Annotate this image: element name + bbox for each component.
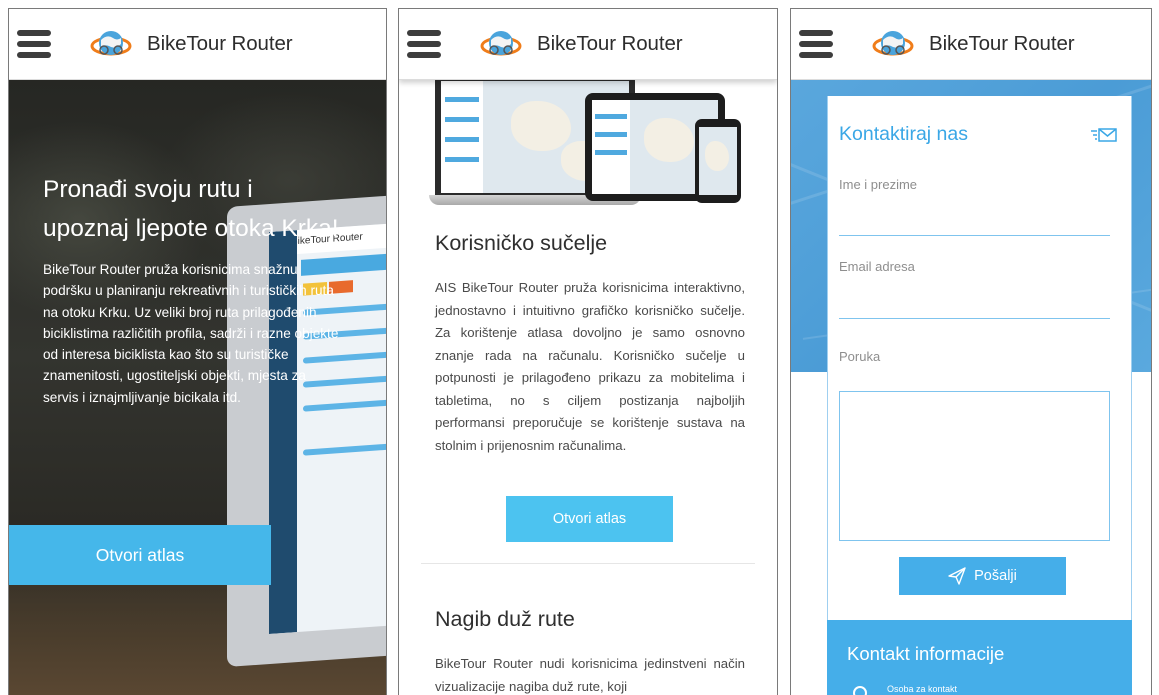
open-atlas-button[interactable]: Otvori atlas: [9, 525, 271, 585]
hamburger-menu-icon[interactable]: [407, 30, 441, 58]
email-field-label: Email adresa: [839, 259, 915, 274]
devices-mockup-image: [429, 75, 745, 211]
email-field[interactable]: [839, 318, 1110, 319]
send-button-label: Pošalji: [974, 568, 1017, 584]
name-field-label: Ime i prezime: [839, 177, 918, 192]
contact-info-title: Kontakt informacije: [847, 643, 1005, 664]
message-textarea[interactable]: [839, 391, 1110, 541]
bike-globe-logo-icon[interactable]: [479, 26, 523, 62]
bike-globe-logo-icon[interactable]: [89, 26, 133, 62]
hero-description: BikeTour Router pruža korisnicima snažnu…: [43, 262, 339, 405]
open-atlas-button[interactable]: Otvori atlas: [506, 496, 673, 542]
section-title-user-interface: Korisničko sučelje: [435, 231, 608, 255]
paper-plane-icon: [948, 567, 966, 585]
navbar: BikeTour Router: [791, 9, 1151, 80]
home-screen: BikeTour Router BikeTour Router Pronađi …: [8, 8, 387, 695]
navbar: BikeTour Router: [9, 9, 386, 80]
hamburger-menu-icon[interactable]: [17, 30, 51, 58]
hamburger-menu-icon[interactable]: [799, 30, 833, 58]
send-button[interactable]: Pošalji: [899, 557, 1066, 595]
brand-name[interactable]: BikeTour Router: [929, 32, 1075, 56]
mail-icon: [1091, 128, 1117, 142]
section-body-route-slope: BikeTour Router nudi korisnicima jedinst…: [435, 656, 745, 694]
hero-section: BikeTour Router Pronađi svoju rutu i upo…: [9, 80, 386, 695]
person-icon: [853, 686, 867, 695]
contact-form-title: Kontaktiraj nas: [839, 123, 968, 145]
name-field[interactable]: [839, 235, 1110, 236]
features-screen: BikeTour Router Korisničko sučelje AIS B…: [398, 8, 778, 695]
section-divider: [421, 563, 755, 564]
contact-person-label: Osoba za kontakt: [887, 684, 958, 694]
contact-info-section: Kontakt informacije Osoba za kontakt: [827, 620, 1132, 695]
hero-title: Pronađi svoju rutu i upoznaj ljepote oto…: [43, 176, 339, 242]
navbar: BikeTour Router: [399, 9, 777, 80]
bike-globe-logo-icon[interactable]: [871, 26, 915, 62]
section-title-route-slope: Nagib duž rute: [435, 607, 575, 631]
contact-screen: BikeTour Router Kontaktiraj nas Ime i pr…: [790, 8, 1152, 695]
brand-name[interactable]: BikeTour Router: [537, 32, 683, 56]
section-body-user-interface: AIS BikeTour Router pruža korisnicima in…: [435, 280, 745, 453]
contact-form: Kontaktiraj nas Ime i prezime Email adre…: [827, 96, 1132, 695]
brand-name[interactable]: BikeTour Router: [147, 32, 293, 56]
message-field-label: Poruka: [839, 349, 881, 364]
